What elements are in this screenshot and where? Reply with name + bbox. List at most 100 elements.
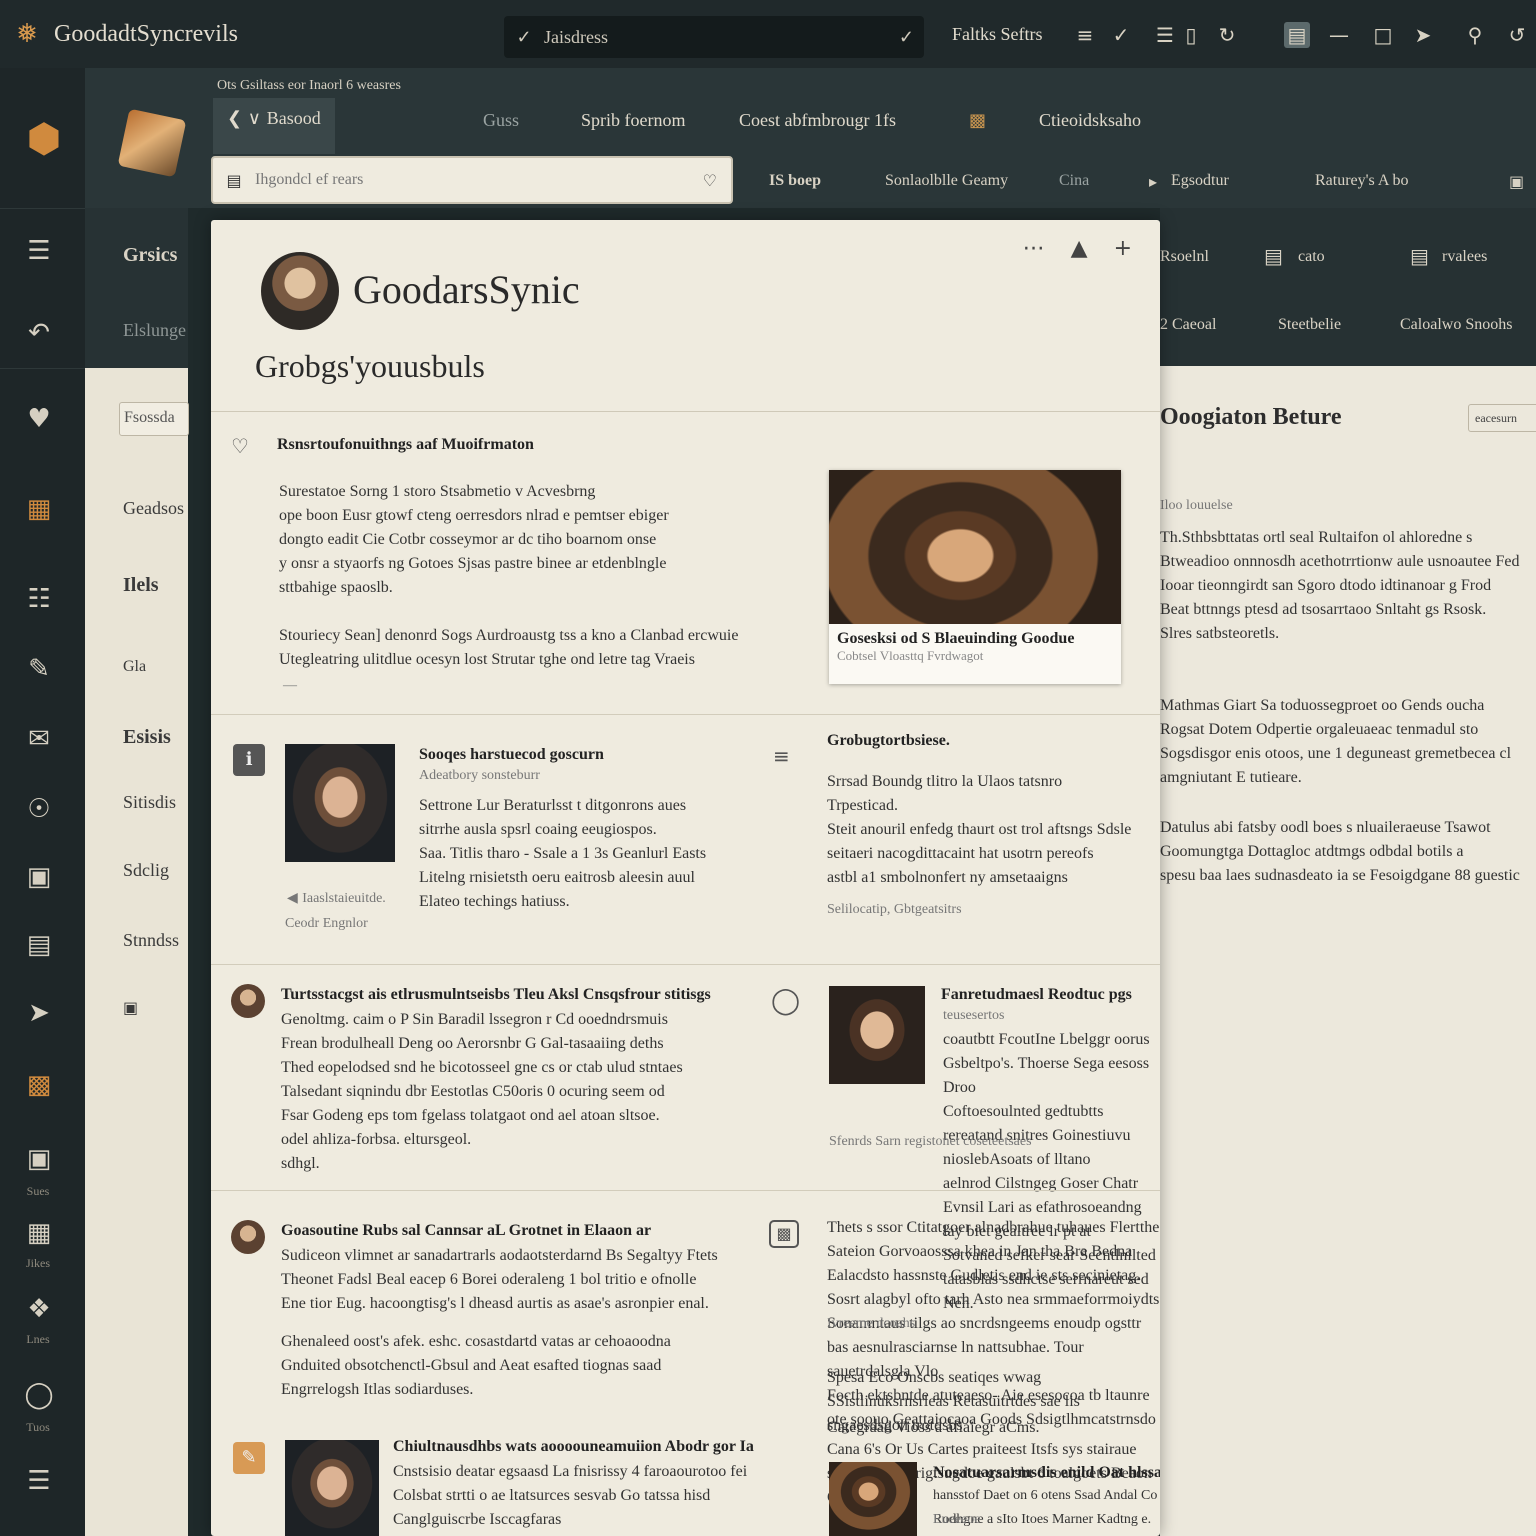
- nav-item[interactable]: Grsics: [123, 244, 188, 267]
- chevron-right-icon[interactable]: ▸: [1149, 172, 1157, 191]
- info-icon[interactable]: ℹ: [233, 744, 265, 776]
- post-link[interactable]: ◀ Iaaslstaieuitde.: [287, 890, 386, 907]
- app-title: GoodadtSyncrevils: [54, 20, 238, 47]
- edit-icon[interactable]: ▣: [18, 856, 60, 898]
- pin-icon[interactable]: ➤: [1410, 22, 1436, 48]
- nav-filter-button[interactable]: Fsossda: [119, 402, 189, 436]
- nav-item[interactable]: Ilels: [123, 574, 188, 597]
- brand-icon[interactable]: ⬢: [18, 118, 70, 170]
- avatar[interactable]: [231, 984, 265, 1018]
- heart-icon[interactable]: ♥: [18, 398, 60, 440]
- square-icon[interactable]: ▣: [123, 998, 188, 1017]
- tab-coest[interactable]: Coest abfmbrougr 1fs: [739, 110, 896, 131]
- nav-item[interactable]: Geadsos: [123, 498, 188, 519]
- chevron-down-icon[interactable]: ✓: [899, 27, 914, 48]
- list-icon[interactable]: ☰: [1152, 22, 1178, 48]
- right-paragraph: Th.Sthbsbttatas ortl seal Rultaifon ol a…: [1160, 529, 1520, 642]
- right-tab[interactable]: 2 Caeoal: [1160, 316, 1216, 334]
- reload-icon[interactable]: ↺: [1504, 22, 1530, 48]
- rail-caption: Jikes: [26, 1256, 50, 1270]
- profile-card: GoodarsSynic Grobgs'youusbuls ⋯ ▲ + ♡ Rs…: [211, 220, 1160, 1536]
- toolbar-header: Ots Gsiltass eor Inaorl 6 weasres ❮ ∨ Ba…: [85, 68, 1536, 208]
- search-icon[interactable]: ◯: [771, 986, 800, 1016]
- right-paragraph: Mathmas Giart Sa toduossegproet oo Gends…: [1160, 697, 1512, 786]
- divider-dash: —: [283, 678, 297, 693]
- minimize-icon[interactable]: —: [1326, 22, 1352, 48]
- send-icon[interactable]: ➤: [18, 992, 60, 1034]
- post-text: Sudiceon vlimnet ar sanadartrarls aodaot…: [281, 1247, 718, 1312]
- filter-label[interactable]: Faltks Seftrs: [952, 24, 1043, 45]
- heart-icon[interactable]: ♡: [231, 434, 249, 458]
- filter-input[interactable]: ▤ Ihgondcl ef rears ♡: [211, 156, 733, 204]
- avatar[interactable]: [231, 1220, 265, 1254]
- gallery-icon[interactable]: ▤: [1410, 244, 1429, 268]
- tab-ctieo[interactable]: Ctieoidsksaho: [1039, 110, 1141, 131]
- camera-icon[interactable]: ☷: [18, 578, 60, 620]
- message-icon[interactable]: ▤: [18, 924, 60, 966]
- expand-icon[interactable]: ▣: [1509, 172, 1524, 191]
- row2-item[interactable]: Cina: [1059, 172, 1089, 190]
- row2-item[interactable]: Raturey's A bo: [1315, 172, 1409, 190]
- menu-icon[interactable]: ≡: [773, 744, 790, 768]
- menu-icon[interactable]: ≡: [1072, 22, 1098, 48]
- nav-item[interactable]: Sitisdis: [123, 792, 188, 813]
- badge-icon[interactable]: ◯: [18, 1374, 60, 1416]
- heart-icon[interactable]: ♡: [703, 171, 717, 190]
- search-input[interactable]: ✓ Jaisdress ✓: [504, 16, 924, 58]
- tag-icon[interactable]: ❖: [18, 1288, 60, 1330]
- row2-item[interactable]: IS boep: [769, 172, 821, 190]
- post-text: Genoltmg. caim o P Sin Baradil lssegron …: [281, 1011, 683, 1172]
- tab-sprib[interactable]: Sprib foernom: [581, 110, 685, 131]
- search-value: Jaisdress: [544, 26, 608, 47]
- search-icon[interactable]: ⚲: [1462, 22, 1488, 48]
- notification-icon[interactable]: ▲: [1071, 236, 1088, 261]
- right-tab[interactable]: Steetbelie: [1278, 316, 1341, 334]
- comment-icon[interactable]: ▤: [1264, 244, 1283, 268]
- nav-item[interactable]: Stnndss: [123, 930, 188, 951]
- author-photo[interactable]: [285, 744, 395, 862]
- search-mode-icon: ✓: [516, 26, 532, 47]
- chat-icon[interactable]: ✉: [18, 718, 60, 760]
- profile-name: GoodarsSynic: [353, 267, 580, 312]
- window-icon[interactable]: □: [1370, 22, 1396, 48]
- list-icon[interactable]: ☰: [18, 1460, 60, 1502]
- pen-icon[interactable]: ✎: [18, 648, 60, 690]
- box-icon[interactable]: ▩: [18, 1064, 60, 1106]
- add-icon[interactable]: +: [1114, 236, 1132, 261]
- image-icon[interactable]: ▤: [1284, 22, 1310, 48]
- right-tab[interactable]: rvalees: [1442, 248, 1487, 266]
- avatar[interactable]: [261, 252, 339, 330]
- tab-guss[interactable]: Guss: [483, 110, 519, 131]
- camera-icon[interactable]: ▩: [769, 1220, 799, 1248]
- tab-basood[interactable]: ❮ ∨ Basood: [213, 98, 335, 154]
- card-header: GoodarsSynic Grobgs'youusbuls ⋯ ▲ +: [211, 220, 1160, 412]
- row2-item[interactable]: Sonlaolblle Geamy: [885, 172, 1008, 190]
- back-icon[interactable]: ❮ ∨: [227, 108, 267, 129]
- right-tab[interactable]: Rsoelnl: [1160, 248, 1209, 266]
- post-meta: Adeatbory sonsteburr: [419, 768, 540, 783]
- thumbnail-photo[interactable]: [829, 1462, 917, 1536]
- bookmark-icon[interactable]: ▯: [1178, 22, 1204, 48]
- nav-item[interactable]: Sdclig: [123, 860, 188, 881]
- more-icon[interactable]: ⋯: [1023, 236, 1045, 261]
- nav-item[interactable]: Elslunge: [123, 320, 188, 341]
- left-nav-header: [85, 208, 188, 368]
- nav-item[interactable]: Gla: [123, 658, 188, 676]
- nav-item[interactable]: Esisis: [123, 726, 188, 749]
- back-icon[interactable]: ↶: [18, 312, 60, 354]
- notebook-icon[interactable]: ▩: [969, 110, 986, 131]
- row2-item[interactable]: Egsodtur: [1171, 172, 1229, 190]
- right-tab[interactable]: cato: [1298, 248, 1325, 266]
- check-icon[interactable]: ✓: [1108, 22, 1134, 48]
- menu-icon[interactable]: ☰: [18, 230, 60, 272]
- edit-icon[interactable]: ✎: [233, 1442, 265, 1474]
- right-tag-button[interactable]: eacesurn: [1468, 404, 1536, 432]
- featured-photo[interactable]: Gosesksi od S Blaeuinding Goodue Cobtsel…: [829, 470, 1121, 684]
- refresh-icon[interactable]: ↻: [1214, 22, 1240, 48]
- author-photo[interactable]: [285, 1440, 379, 1536]
- right-tab[interactable]: Caloalwo Snoohs: [1400, 316, 1512, 334]
- at-icon[interactable]: ☉: [18, 788, 60, 830]
- book-icon[interactable]: ▦: [18, 488, 60, 530]
- table-icon[interactable]: ▦: [18, 1212, 60, 1254]
- monitor-icon[interactable]: ▣: [18, 1138, 60, 1180]
